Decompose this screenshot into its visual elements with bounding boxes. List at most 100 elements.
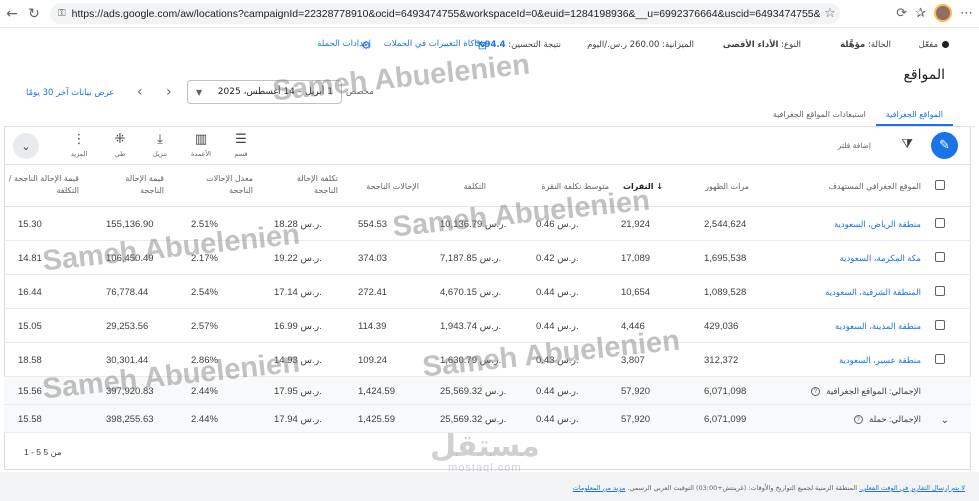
select-all-checkbox[interactable] xyxy=(935,180,945,190)
add-filter-input[interactable]: إضافة فلتر xyxy=(838,141,871,150)
segment-button[interactable]: ☰ قسم xyxy=(224,132,258,159)
expand-icon: ⁜ xyxy=(114,132,126,147)
pagination-label: 1 - 5 من 5 xyxy=(24,447,62,457)
total-label: الإجمالي: المواقع الجغرافية ? xyxy=(810,386,921,397)
conv-value-value: 398,255.63 xyxy=(106,414,154,425)
more-icon: ⋮ xyxy=(72,132,86,147)
conv-value-value: 29,253.56 xyxy=(106,321,149,332)
cost-conv-value: 14.93 ر.س. xyxy=(274,355,322,366)
realtime-reports-link[interactable]: لا يتم إرسال التقارير في الوقت الفعلي. xyxy=(859,484,965,492)
help-icon[interactable]: ? xyxy=(853,415,863,425)
total-label: الإجمالي: حملة ? xyxy=(853,414,921,425)
footer-note: لا يتم إرسال التقارير في الوقت الفعلي. ا… xyxy=(572,484,965,492)
cost-conv-value: 17.94 ر.س. xyxy=(274,414,322,425)
cost-value: 25,569.32 ر.س. xyxy=(440,414,507,425)
status-dot-icon xyxy=(942,41,949,48)
conversions-value: 272.41 xyxy=(358,287,388,298)
date-custom-label: مخصص xyxy=(346,87,374,97)
more-button[interactable]: ⋮ المزيد xyxy=(62,132,96,159)
cost-value: 4,670.15 ر.س. xyxy=(440,287,502,298)
learn-more-link[interactable]: مزيد من المعلومات xyxy=(573,484,626,492)
menu-dots-icon[interactable]: ⋯ xyxy=(960,6,973,21)
dropdown-caret-icon: ▼ xyxy=(196,87,203,97)
cpc-value: 0.44 ر.س. xyxy=(536,414,579,425)
table-row: منطقة المدينة، السعودية 429,036 4,446 0.… xyxy=(4,309,971,343)
location-link[interactable]: منطقة المدينة، السعودية xyxy=(835,321,921,332)
location-link[interactable]: مكة المكرمة، السعودية xyxy=(840,253,921,264)
tab-locations[interactable]: المواقع الجغرافية xyxy=(875,104,953,126)
col-cost-per-conv[interactable]: تكلفة الإحالة الناجحة xyxy=(278,173,338,197)
location-link[interactable]: منطقة عسير، السعودية xyxy=(839,355,921,366)
col-impressions[interactable]: مرات الظهور xyxy=(705,181,749,193)
cpc-value: 0.44 ر.س. xyxy=(536,321,579,332)
col-conversions[interactable]: الإحالات الناجحة xyxy=(366,181,419,193)
clicks-value: 4,446 xyxy=(621,321,645,332)
row-checkbox[interactable] xyxy=(935,320,945,330)
value-cost-value: 15.05 xyxy=(18,321,42,332)
row-checkbox[interactable] xyxy=(935,218,945,228)
profile-avatar[interactable] xyxy=(934,4,952,22)
help-icon[interactable]: ? xyxy=(810,387,820,397)
conversions-value: 114.39 xyxy=(358,321,387,332)
impressions-value: 1,089,528 xyxy=(704,287,747,298)
bookmarks-icon[interactable]: ✰ xyxy=(915,6,926,21)
columns-icon: ▥ xyxy=(194,132,208,147)
location-tabs: المواقع الجغرافية استبعادات المواقع الجغ… xyxy=(763,104,953,126)
conversions-value: 1,424.59 xyxy=(358,386,395,397)
col-conv-rate[interactable]: معدل الإحالات الناجحة xyxy=(193,173,253,197)
col-cost[interactable]: التكلفة xyxy=(464,181,486,193)
total-row-locations: الإجمالي: المواقع الجغرافية ? 6,071,098 … xyxy=(4,377,971,405)
impressions-value: 2,544,624 xyxy=(704,219,747,230)
back-icon[interactable]: ← xyxy=(0,2,24,26)
conv-rate-value: 2.17% xyxy=(191,253,218,264)
download-button[interactable]: ⤓ تنزيل xyxy=(143,133,177,159)
cpc-value: 0.44 ر.س. xyxy=(536,386,579,397)
simulate-link[interactable]: ⊡ محاكاة التغييرات في الحملات xyxy=(384,39,487,52)
col-value-per-cost[interactable]: قيمة الإحالة الناجحة / التكلفة xyxy=(7,173,79,197)
address-bar[interactable]: ⚿ https://ads.google.com/aw/locations?ca… xyxy=(50,3,840,24)
extension-icon[interactable]: ⟳ xyxy=(896,6,907,21)
clicks-value: 17,089 xyxy=(621,253,651,264)
filter-icon[interactable]: ⧩ xyxy=(901,137,913,152)
columns-button[interactable]: ▥ الأعمدة xyxy=(184,132,218,159)
conversions-value: 554.53 xyxy=(358,219,388,230)
conv-value-value: 397,920.83 xyxy=(106,386,154,397)
clicks-value: 57,920 xyxy=(621,414,651,425)
expand-chevron-icon[interactable]: ⌄ xyxy=(941,415,949,426)
url-text[interactable]: https://ads.google.com/aw/locations?camp… xyxy=(72,8,820,20)
optimization-score[interactable]: نتيجة التحسين: 94.4% xyxy=(476,40,561,50)
clicks-value: 21,924 xyxy=(621,219,651,230)
sort-arrow-icon: ↓ xyxy=(653,182,663,191)
site-info-icon[interactable]: ⚿ xyxy=(58,8,66,19)
last-30-days-link[interactable]: عرض بيانات آخر 30 يومًا xyxy=(26,88,114,98)
bookmark-star-icon[interactable]: ☆ xyxy=(820,6,840,21)
col-location[interactable]: الموقع الجغرافي المستهدف xyxy=(829,181,921,193)
location-link[interactable]: منطقة الرياض، السعودية xyxy=(834,219,921,230)
conv-value-value: 30,301.44 xyxy=(106,355,149,366)
reload-icon[interactable]: ↻ xyxy=(22,2,46,26)
tab-location-exclusions[interactable]: استبعادات المواقع الجغرافية xyxy=(763,104,876,126)
chevron-down-icon[interactable]: ⌄ xyxy=(13,133,39,159)
col-avg-cpc[interactable]: متوسط تكلفة النقرة xyxy=(541,181,609,193)
browser-actions: ⟳ ✰ ⋯ xyxy=(896,4,973,22)
segment-icon: ☰ xyxy=(235,132,247,147)
date-range-picker[interactable]: ▼ 1 أبريل – 14 أغسطس، 2025 xyxy=(187,80,342,104)
location-link[interactable]: المنطقة الشرقية، السعودية xyxy=(825,287,921,298)
collapse-button[interactable]: ⁜ طي xyxy=(103,132,137,159)
prev-period-icon[interactable]: ‹ xyxy=(137,84,143,100)
row-checkbox[interactable] xyxy=(935,286,945,296)
value-cost-value: 15.56 xyxy=(18,386,42,397)
next-period-icon[interactable]: › xyxy=(166,84,172,100)
col-clicks[interactable]: ↓ النقرات xyxy=(623,181,663,193)
conv-rate-value: 2.44% xyxy=(191,414,218,425)
add-location-button[interactable]: ✎ xyxy=(931,132,958,159)
cost-value: 25,569.32 ر.س. xyxy=(440,386,507,397)
value-cost-value: 15.58 xyxy=(18,414,42,425)
value-cost-value: 14.81 xyxy=(18,253,42,264)
campaign-settings-link[interactable]: ⚙ إعدادات الحملة xyxy=(317,39,371,52)
row-checkbox[interactable] xyxy=(935,252,945,262)
value-cost-value: 15.30 xyxy=(18,219,42,230)
conv-rate-value: 2.44% xyxy=(191,386,218,397)
col-conv-value[interactable]: قيمة الإحالة الناجحة xyxy=(104,173,164,197)
row-checkbox[interactable] xyxy=(935,354,945,364)
